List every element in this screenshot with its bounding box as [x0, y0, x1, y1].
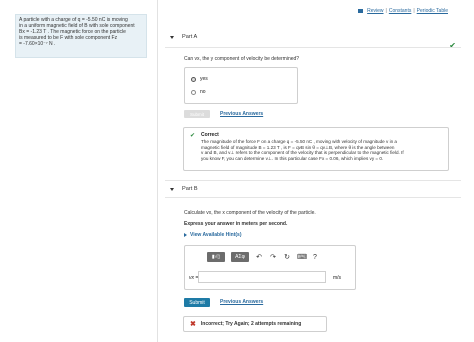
periodic-table-link[interactable]: Periodic Table	[417, 8, 448, 14]
part-b-submit-button[interactable]: Submit	[184, 298, 210, 307]
review-icon	[358, 9, 364, 13]
feedback-text: Incorrect; Try Again; 2 attempts remaini…	[200, 321, 302, 327]
hint-label: View Available Hint(s)	[190, 232, 242, 238]
keyboard-icon[interactable]: ⌨	[297, 253, 307, 261]
separator: |	[413, 8, 415, 14]
correct-title: Correct	[201, 132, 219, 138]
review-link[interactable]: Review	[367, 8, 383, 14]
part-b-header[interactable]: Part B	[170, 186, 198, 192]
part-a-options: yes no	[184, 67, 298, 104]
greek-button[interactable]: ΑΣφ	[231, 252, 249, 262]
checkmark-icon: ✔	[449, 41, 456, 50]
part-b-instruction: Express your answer in meters per second…	[184, 221, 288, 227]
correct-feedback: ✔ Correct The magnitude of the force F o…	[183, 127, 449, 171]
undo-icon[interactable]: ↶	[255, 253, 263, 261]
reset-icon[interactable]: ↻	[283, 253, 291, 261]
divider	[165, 180, 461, 181]
view-hints-link[interactable]: View Available Hint(s)	[184, 232, 242, 238]
chevron-down-icon	[170, 35, 174, 39]
part-a-header[interactable]: Part A	[170, 34, 197, 40]
part-a-question: Can vx, the y component of velocity be d…	[184, 56, 300, 62]
part-a-submit-button[interactable]: Submit	[184, 110, 210, 118]
explanation-line: you know F, you can determine v⊥. In thi…	[201, 155, 384, 161]
radio-yes[interactable]	[191, 76, 196, 82]
chevron-right-icon	[184, 233, 187, 237]
part-b-previous-answers-link[interactable]: Previous Answers	[220, 299, 263, 305]
divider	[165, 47, 461, 48]
answer-label: vx =	[189, 275, 199, 281]
part-a-previous-answers-link[interactable]: Previous Answers	[220, 111, 263, 117]
close-icon: ✖	[190, 321, 196, 328]
option-no[interactable]: no	[191, 89, 206, 95]
problem-line: = -7.60×10⁻⁷ N .	[19, 41, 56, 47]
answer-input[interactable]	[198, 271, 326, 283]
correct-explanation: The magnitude of the force F on a charge…	[201, 139, 444, 161]
radio-no[interactable]	[191, 89, 196, 95]
answer-unit: m/s	[333, 275, 342, 281]
part-b-label: Part B	[182, 186, 198, 192]
divider	[165, 197, 461, 198]
option-yes[interactable]: yes	[191, 76, 208, 82]
option-yes-label: yes	[200, 76, 208, 82]
top-links: Review | Constants | Periodic Table	[358, 8, 448, 14]
checkmark-icon: ✔	[190, 133, 196, 139]
templates-button[interactable]: ▮√▯	[207, 252, 225, 262]
part-b-question: Calculate vx, the x component of the vel…	[184, 210, 316, 216]
option-no-label: no	[200, 89, 206, 95]
constants-link[interactable]: Constants	[389, 8, 412, 14]
answer-box: ▮√▯ ΑΣφ ↶ ↷ ↻ ⌨ ? vx = m/s	[184, 245, 356, 290]
column-divider	[157, 0, 158, 342]
math-toolbar: ▮√▯ ΑΣφ ↶ ↷ ↻ ⌨ ?	[207, 252, 319, 262]
problem-statement: A particle with a charge of q = -5.50 nC…	[15, 14, 147, 58]
redo-icon[interactable]: ↷	[269, 253, 277, 261]
chevron-down-icon	[170, 187, 174, 191]
part-a-label: Part A	[182, 34, 198, 40]
help-icon[interactable]: ?	[311, 254, 319, 261]
separator: |	[385, 8, 387, 14]
incorrect-feedback: ✖ Incorrect; Try Again; 2 attempts remai…	[183, 316, 327, 332]
